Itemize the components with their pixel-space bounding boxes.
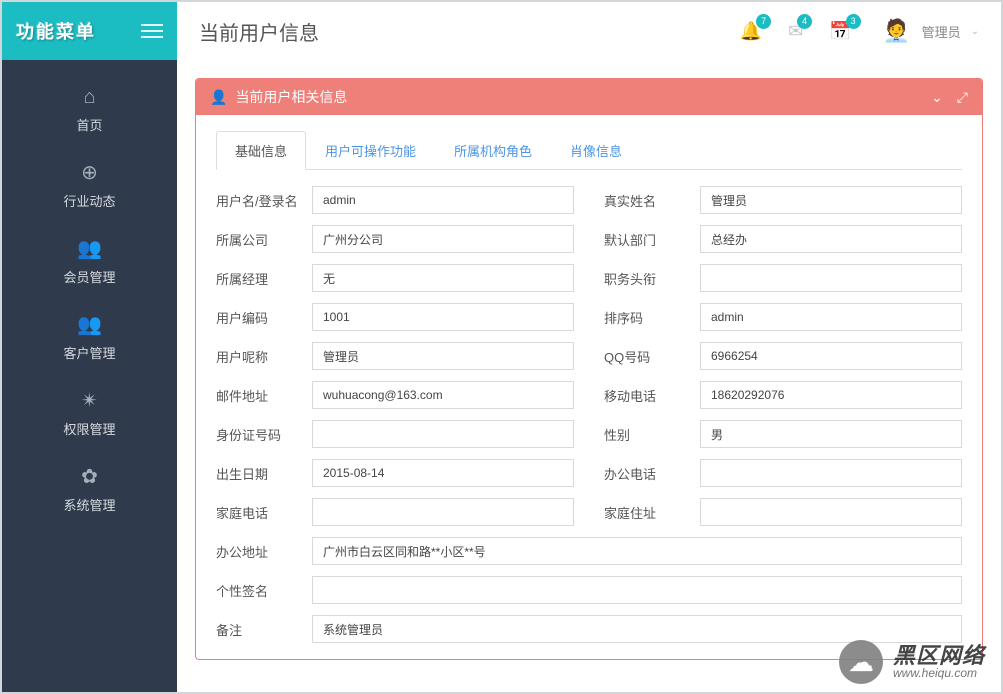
collapse-icon[interactable]: ⌄ [931,89,943,106]
main-area: 当前用户信息 🔔 7 ✉ 4 📅 3 🧑‍💼 管理员 ⌄ [177,2,1001,692]
topbar: 当前用户信息 🔔 7 ✉ 4 📅 3 🧑‍💼 管理员 ⌄ [177,2,1001,60]
user-icon: 👤 [210,89,227,106]
nav-industry[interactable]: ⊕ 行业动态 [2,146,177,222]
star-icon: ✴ [81,388,98,413]
page-title: 当前用户信息 [199,17,319,46]
input-office-phone[interactable] [700,459,962,487]
tab-operable-functions[interactable]: 用户可操作功能 [306,131,435,170]
panel-user-info: 👤 当前用户相关信息 ⌄ ⤢ 基础信息 用户可操作功能 所属机构角色 肖像信息 [195,78,983,660]
gear-icon: ✿ [81,464,98,489]
label-sort-code: 排序码 [604,308,700,327]
nav-members[interactable]: 👥 会员管理 [2,222,177,298]
label-home-addr: 家庭住址 [604,503,700,522]
tab-basic-info[interactable]: 基础信息 [216,131,306,170]
input-realname[interactable] [700,186,962,214]
input-email[interactable] [312,381,574,409]
nav-label: 首页 [76,115,102,134]
messages-button[interactable]: ✉ 4 [788,21,803,42]
watermark-en: www.heiqu.com [893,667,985,680]
nav-label: 行业动态 [63,191,115,210]
nav-home[interactable]: ⌂ 首页 [2,72,177,146]
watermark-logo-icon: ☁ [839,640,883,684]
input-sort-code[interactable] [700,303,962,331]
users-icon: 👥 [77,312,102,337]
nav-permissions[interactable]: ✴ 权限管理 [2,374,177,450]
label-email: 邮件地址 [216,386,312,405]
watermark: ☁ 黑区网络 www.heiqu.com [839,640,985,684]
label-mobile: 移动电话 [604,386,700,405]
input-home-phone[interactable] [312,498,574,526]
topbar-actions: 🔔 7 ✉ 4 📅 3 [740,21,852,42]
input-mobile[interactable] [700,381,962,409]
nav-label: 客户管理 [63,343,115,362]
label-gender: 性别 [604,425,700,444]
input-default-dept[interactable] [700,225,962,253]
input-birthday[interactable] [312,459,574,487]
brand-title: 功能菜单 [16,18,96,44]
label-default-dept: 默认部门 [604,230,700,249]
input-id-number[interactable] [312,420,574,448]
label-title: 职务头衔 [604,269,700,288]
tabs: 基础信息 用户可操作功能 所属机构角色 肖像信息 [216,131,962,170]
notifications-badge: 7 [756,14,771,29]
panel-title: 当前用户相关信息 [235,87,347,107]
input-gender[interactable] [700,420,962,448]
calendar-badge: 3 [846,14,861,29]
nav-label: 会员管理 [63,267,115,286]
input-home-addr[interactable] [700,498,962,526]
nav: ⌂ 首页 ⊕ 行业动态 👥 会员管理 👥 客户管理 ✴ 权限管理 ✿ 系统管理 [2,60,177,526]
label-company: 所属公司 [216,230,312,249]
label-manager: 所属经理 [216,269,312,288]
nav-customers[interactable]: 👥 客户管理 [2,298,177,374]
nav-system[interactable]: ✿ 系统管理 [2,450,177,526]
tab-org-roles[interactable]: 所属机构角色 [435,131,551,170]
input-company[interactable] [312,225,574,253]
home-icon: ⌂ [83,86,95,109]
label-nickname: 用户呢称 [216,347,312,366]
nav-label: 权限管理 [63,419,115,438]
chevron-down-icon: ⌄ [971,26,979,37]
label-signature: 个性签名 [216,581,312,600]
input-manager[interactable] [312,264,574,292]
label-realname: 真实姓名 [604,191,700,210]
globe-icon: ⊕ [81,160,98,185]
notifications-button[interactable]: 🔔 7 [740,21,762,42]
menu-toggle-icon[interactable] [141,24,163,38]
content: 👤 当前用户相关信息 ⌄ ⤢ 基础信息 用户可操作功能 所属机构角色 肖像信息 [177,60,1001,692]
input-nickname[interactable] [312,342,574,370]
sidebar-header: 功能菜单 [2,2,177,60]
input-user-code[interactable] [312,303,574,331]
label-id-number: 身份证号码 [216,425,312,444]
sidebar: 功能菜单 ⌂ 首页 ⊕ 行业动态 👥 会员管理 👥 客户管理 ✴ 权限管理 [2,2,177,692]
tab-avatar-info[interactable]: 肖像信息 [551,131,641,170]
input-signature[interactable] [312,576,962,604]
expand-icon[interactable]: ⤢ [957,89,968,106]
label-username: 用户名/登录名 [216,191,312,210]
avatar: 🧑‍💼 [882,16,912,46]
panel-body: 基础信息 用户可操作功能 所属机构角色 肖像信息 用户名/登录名 真实姓名 所属… [196,115,982,659]
label-office-addr: 办公地址 [216,542,312,561]
label-birthday: 出生日期 [216,464,312,483]
label-qq: QQ号码 [604,347,700,366]
calendar-button[interactable]: 📅 3 [829,21,851,42]
nav-label: 系统管理 [63,495,115,514]
input-title[interactable] [700,264,962,292]
label-office-phone: 办公电话 [604,464,700,483]
messages-badge: 4 [797,14,812,29]
user-menu[interactable]: 🧑‍💼 管理员 ⌄ [882,16,979,46]
label-remark: 备注 [216,620,312,639]
users-icon: 👥 [77,236,102,261]
input-username[interactable] [312,186,574,214]
label-home-phone: 家庭电话 [216,503,312,522]
basic-info-form: 用户名/登录名 真实姓名 所属公司 默认部门 所属经理 职务头衔 用户编码 排序… [216,186,962,643]
watermark-cn: 黑区网络 [893,644,985,667]
input-qq[interactable] [700,342,962,370]
panel-header: 👤 当前用户相关信息 ⌄ ⤢ [196,79,982,115]
username-label: 管理员 [922,22,961,41]
label-user-code: 用户编码 [216,308,312,327]
input-office-addr[interactable] [312,537,962,565]
input-remark[interactable] [312,615,962,643]
